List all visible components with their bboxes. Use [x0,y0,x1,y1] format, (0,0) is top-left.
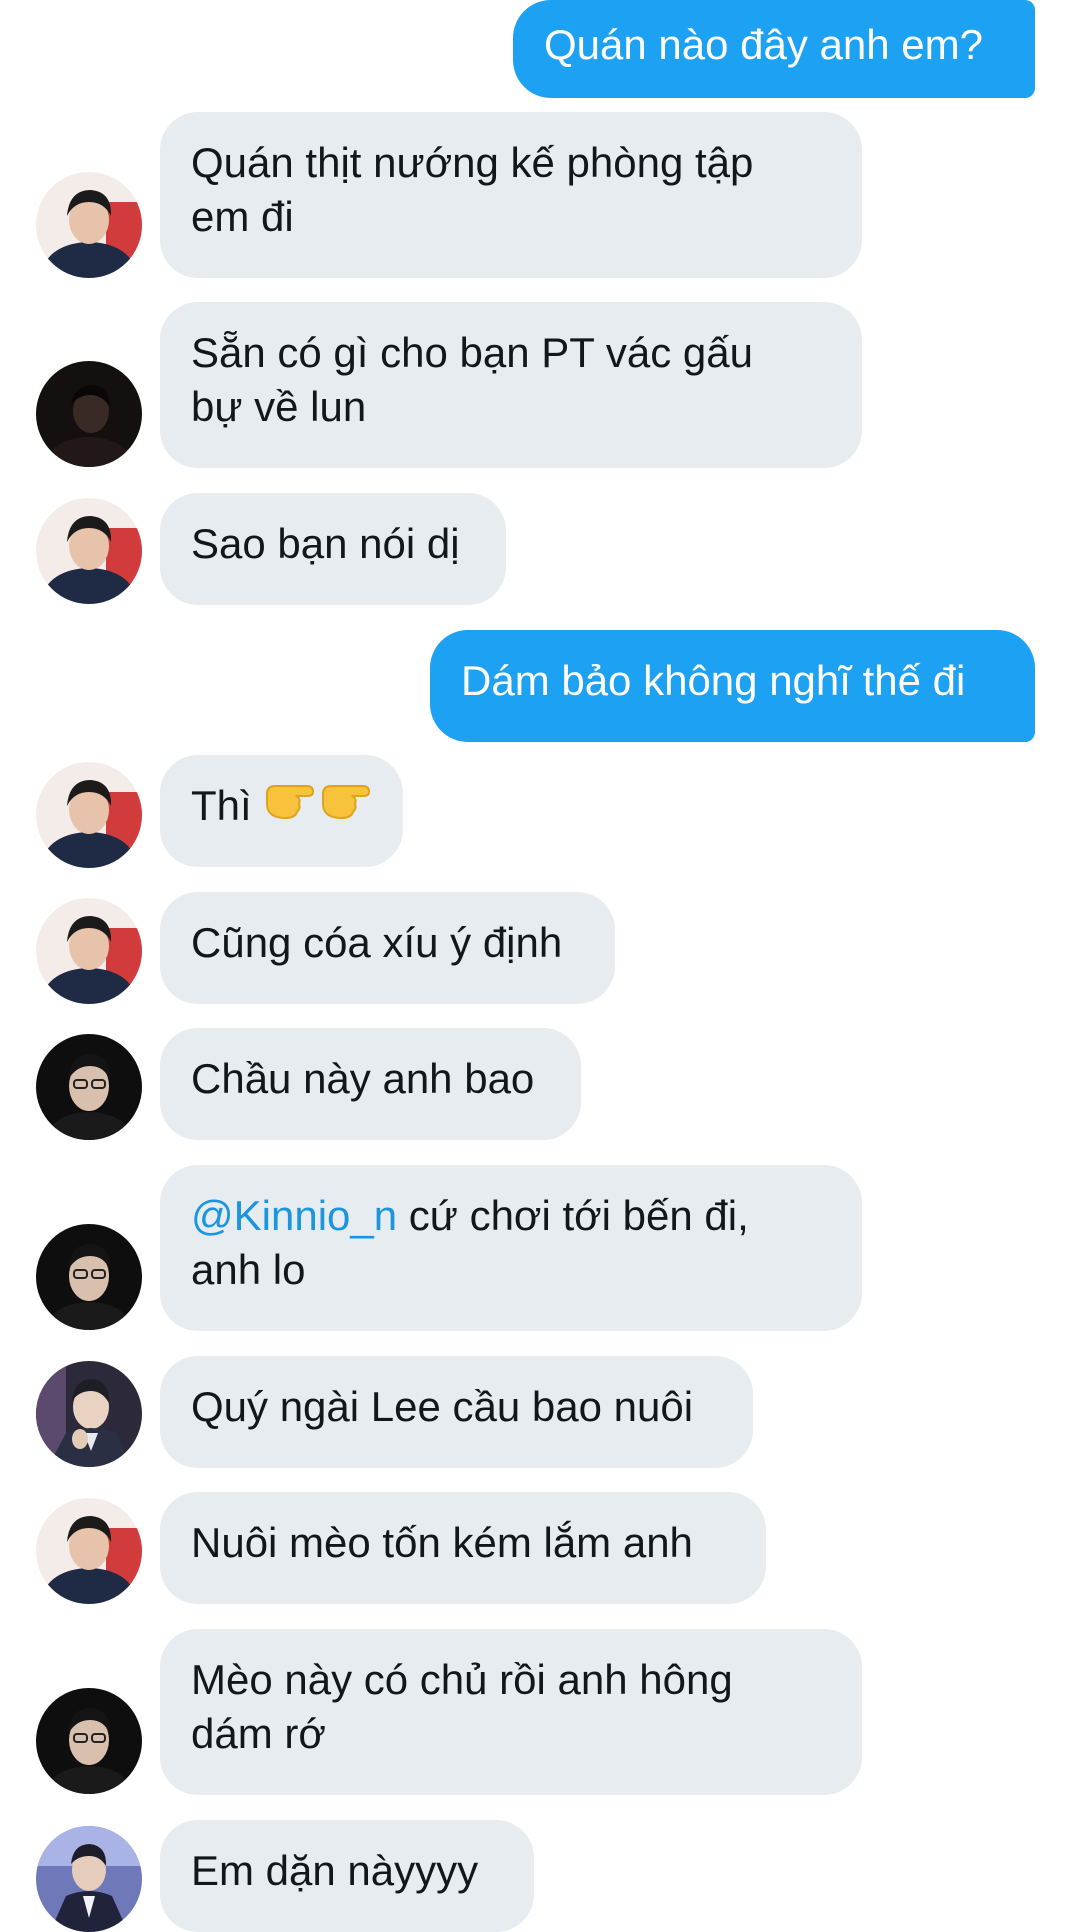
message-text-line: em đi [191,193,294,240]
message-text-line: dám rớ [191,1710,326,1757]
message-text: Thì [191,782,252,829]
avatar[interactable] [36,1688,142,1794]
message-bubble-outgoing[interactable]: Quán nào đây anh em? [513,0,1035,98]
message-text-line: bự về lun [191,383,367,430]
avatar[interactable] [36,1034,142,1140]
message-text: Quán nào đây anh em? [544,21,983,68]
user-mention-link[interactable]: @Kinnio_n [191,1192,397,1239]
message-bubble-incoming[interactable]: Thì [160,755,403,867]
message-text-line: @Kinnio_n cứ chơi tới bến đi, [191,1189,831,1243]
message-text: Sao bạn nói dị [191,520,460,567]
pointing-hands-emoji [263,774,373,837]
message-bubble-incoming[interactable]: Em dặn nàyyyy [160,1820,534,1932]
message-bubble-outgoing[interactable]: Dám bảo không nghĩ thế đi [430,630,1035,742]
message-text-line: Quán thịt nướng kế phòng tập [191,139,754,186]
message-bubble-incoming[interactable]: Quán thịt nướng kế phòng tập em đi [160,112,862,278]
message-bubble-incoming[interactable]: @Kinnio_n cứ chơi tới bến đi, anh lo [160,1165,862,1331]
avatar[interactable] [36,1361,142,1467]
message-text: cứ chơi tới bến đi, [397,1192,749,1239]
message-text: Cũng cóa xíu ý định [191,919,563,966]
message-text-line: Mèo này có chủ rồi anh hông [191,1656,733,1703]
avatar[interactable] [36,1224,142,1330]
message-text: Dám bảo không nghĩ thế đi [461,657,966,704]
message-text: Em dặn nàyyyy [191,1847,479,1894]
message-text-line: Sẵn có gì cho bạn PT vác gấu [191,329,753,376]
avatar[interactable] [36,762,142,868]
avatar[interactable] [36,1826,142,1932]
avatar[interactable] [36,361,142,467]
message-bubble-incoming[interactable]: Quý ngài Lee cầu bao nuôi [160,1356,753,1468]
message-bubble-incoming[interactable]: Chầu này anh bao [160,1028,581,1140]
message-text: Nuôi mèo tốn kém lắm anh [191,1519,693,1566]
message-bubble-incoming[interactable]: Nuôi mèo tốn kém lắm anh [160,1492,766,1604]
message-text: Quý ngài Lee cầu bao nuôi [191,1383,694,1430]
avatar[interactable] [36,172,142,278]
message-text-line: anh lo [191,1246,306,1293]
message-text: Chầu này anh bao [191,1055,535,1102]
message-bubble-incoming[interactable]: Mèo này có chủ rồi anh hông dám rớ [160,1629,862,1795]
message-bubble-incoming[interactable]: Sẵn có gì cho bạn PT vác gấu bự về lun [160,302,862,468]
message-bubble-incoming[interactable]: Sao bạn nói dị [160,493,506,605]
conversation-thread: Quán nào đây anh em? Quán thịt nướng kế … [0,0,1071,1932]
avatar[interactable] [36,498,142,604]
avatar[interactable] [36,898,142,1004]
message-bubble-incoming[interactable]: Cũng cóa xíu ý định [160,892,615,1004]
avatar[interactable] [36,1498,142,1604]
